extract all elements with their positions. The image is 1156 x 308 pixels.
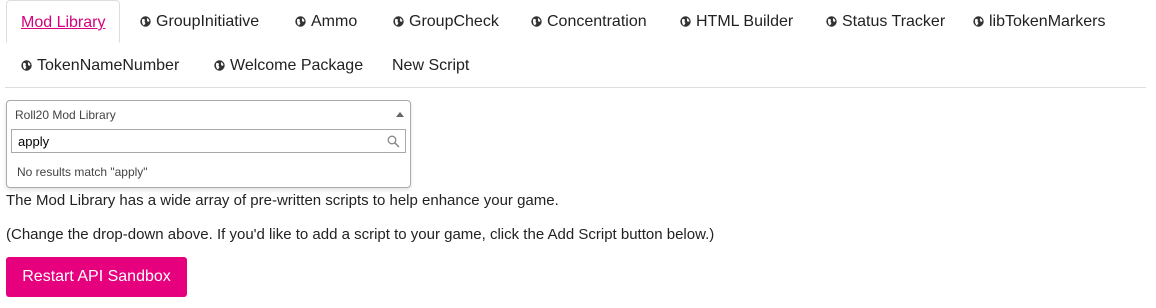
restart-api-sandbox-button[interactable]: Restart API Sandbox [6,257,187,297]
globe-icon [140,16,151,27]
globe-icon [680,16,691,27]
globe-icon [973,16,984,27]
tab-groupcheck[interactable]: GroupCheck [378,0,514,42]
tab-label: Ammo [311,13,358,30]
tab-mod-library[interactable]: Mod Library [6,0,121,43]
globe-icon [214,60,225,71]
tab-label: Welcome Package [230,57,364,74]
globe-icon [21,60,32,71]
library-instruction: (Change the drop-down above. If you'd li… [6,226,715,243]
tab-html-builder[interactable]: HTML Builder [665,0,808,42]
library-description: The Mod Library has a wide array of pre-… [6,192,559,209]
tab-new-script[interactable]: New Script [377,44,484,86]
globe-icon [826,16,837,27]
tab-ammo[interactable]: Ammo [280,0,372,42]
tab-label: HTML Builder [696,13,794,30]
tab-concentration[interactable]: Concentration [516,0,662,42]
tab-libtokenmarkers[interactable]: libTokenMarkers [958,0,1120,42]
globe-icon [295,16,306,27]
globe-icon [531,16,542,27]
select-search-input[interactable] [12,130,382,152]
tab-label: libTokenMarkers [989,13,1106,30]
tab-tokennamenumber[interactable]: TokenNameNumber [6,44,194,86]
caret-up-icon[interactable] [396,112,404,117]
select-search-box [11,129,406,153]
tab-label: Mod Library [21,14,106,31]
no-results-message: No results match "apply" [17,165,148,179]
tab-welcome-package[interactable]: Welcome Package [199,44,378,86]
tab-groupinitiative[interactable]: GroupInitiative [125,0,274,42]
select-current-value[interactable]: Roll20 Mod Library [7,101,410,129]
tab-label: TokenNameNumber [37,57,180,74]
tab-label: Concentration [547,13,647,30]
search-icon [387,135,400,148]
globe-icon [393,16,404,27]
tab-label: New Script [392,57,470,74]
tab-label: Status Tracker [842,13,946,30]
tab-label: GroupInitiative [156,13,260,30]
tab-label: GroupCheck [409,13,499,30]
script-tabs: Mod Library GroupInitiative Ammo GroupCh… [5,0,1146,88]
tab-status-tracker[interactable]: Status Tracker [811,0,960,42]
mod-library-select[interactable]: Roll20 Mod Library No results match "app… [6,100,411,188]
